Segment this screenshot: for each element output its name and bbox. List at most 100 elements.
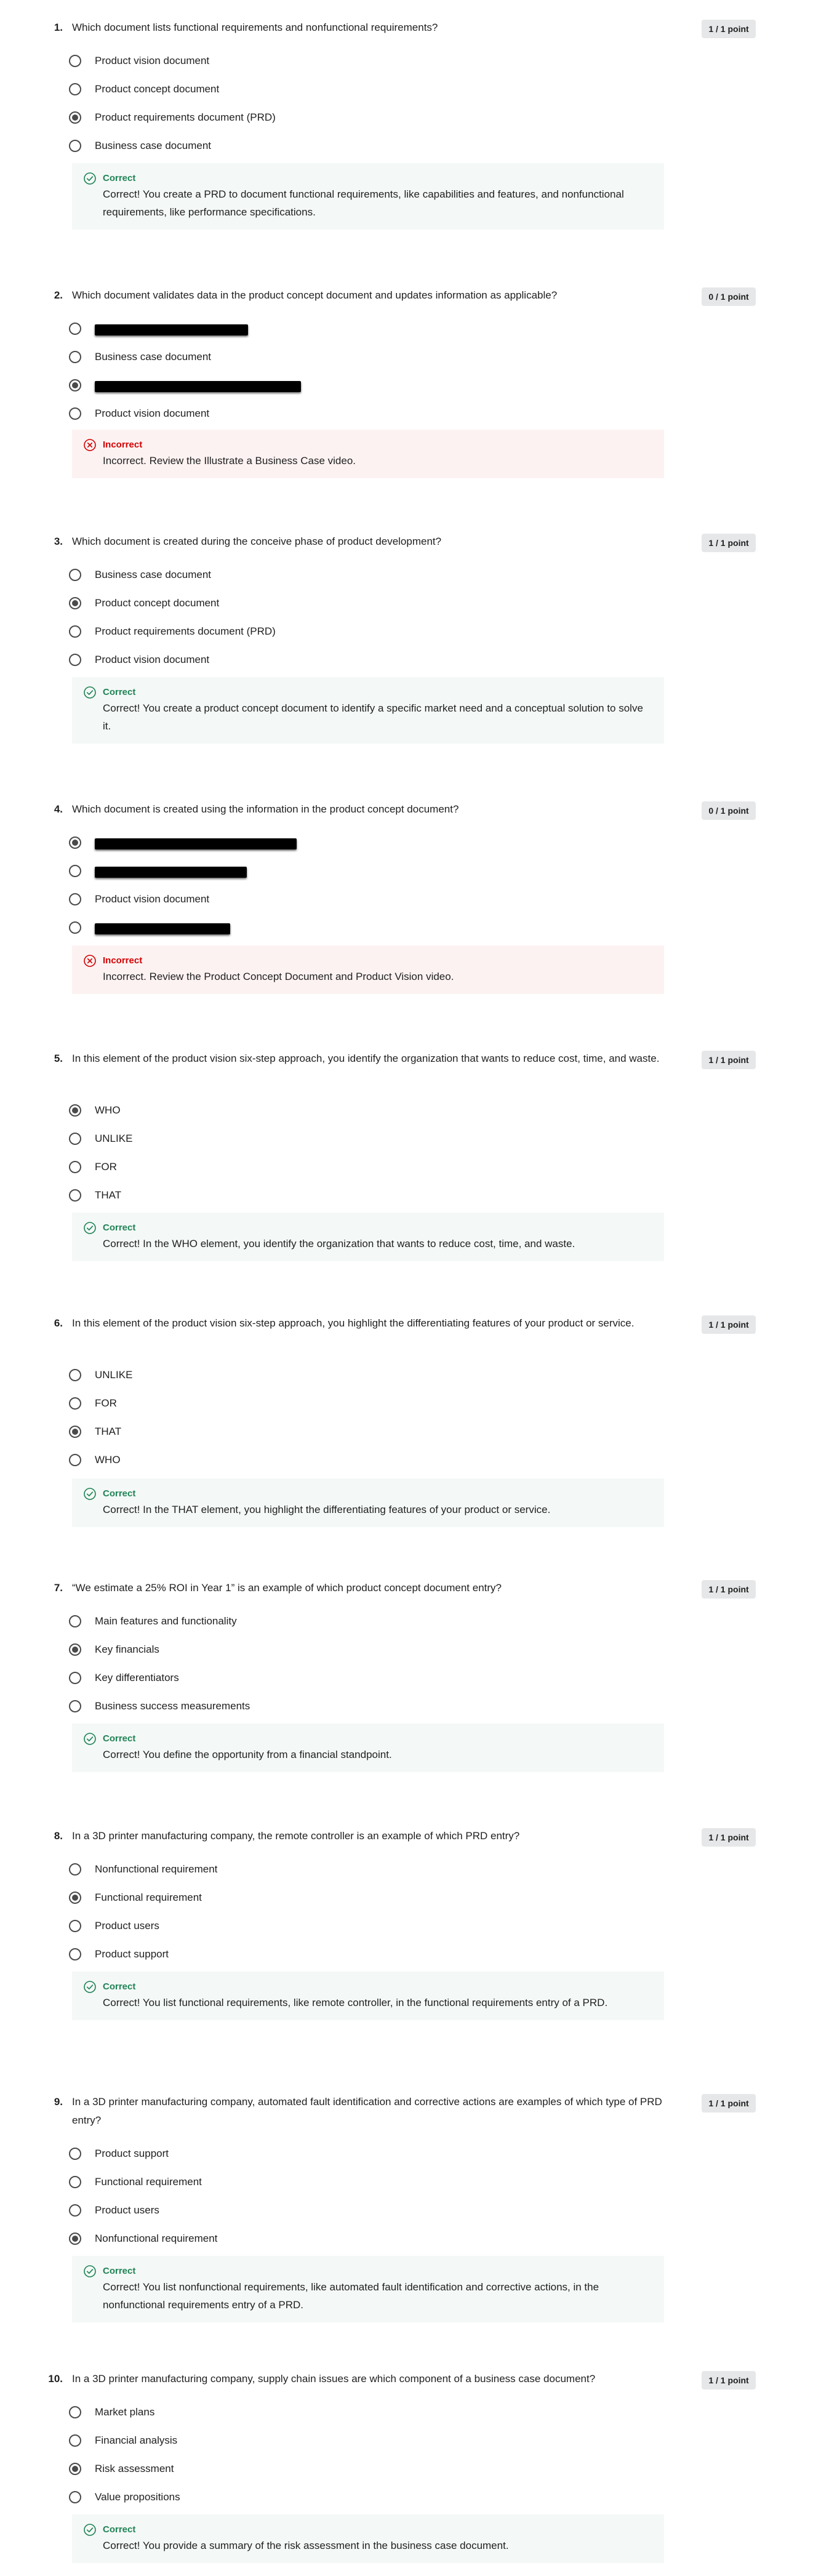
answer-option[interactable] xyxy=(69,372,660,401)
radio-unselected-icon[interactable] xyxy=(69,1133,81,1145)
radio-unselected-icon[interactable] xyxy=(69,407,81,420)
radio-unselected-icon[interactable] xyxy=(69,2406,81,2418)
radio-selected-icon[interactable] xyxy=(69,2463,81,2475)
answer-option[interactable]: Value propositions xyxy=(69,2484,660,2513)
answer-option[interactable]: Key financials xyxy=(69,1637,660,1665)
question-number: 1. xyxy=(54,22,63,33)
check-circle-icon xyxy=(83,2523,97,2537)
answer-option[interactable]: Product vision document xyxy=(69,886,660,915)
points-badge: 1 / 1 point xyxy=(702,1580,756,1599)
radio-selected-icon[interactable] xyxy=(69,597,81,609)
radio-unselected-icon[interactable] xyxy=(69,2434,81,2447)
radio-unselected-icon[interactable] xyxy=(69,1369,81,1381)
answer-option[interactable]: Nonfunctional requirement xyxy=(69,1856,660,1885)
radio-unselected-icon[interactable] xyxy=(69,55,81,67)
answer-option[interactable]: Functional requirement xyxy=(69,2169,660,2197)
feedback-text: Correct! You list nonfunctional requirem… xyxy=(103,2281,599,2311)
radio-unselected-icon[interactable] xyxy=(69,1700,81,1712)
radio-selected-icon[interactable] xyxy=(69,1104,81,1117)
radio-selected-icon[interactable] xyxy=(69,111,81,124)
radio-unselected-icon[interactable] xyxy=(69,1672,81,1684)
question-block: 5. In this element of the product vision … xyxy=(0,1049,813,1274)
radio-unselected-icon[interactable] xyxy=(69,569,81,581)
radio-unselected-icon[interactable] xyxy=(69,893,81,905)
feedback-title: Correct xyxy=(103,2266,136,2276)
radio-selected-icon[interactable] xyxy=(69,379,81,391)
answer-option[interactable]: Product vision document xyxy=(69,48,660,76)
radio-unselected-icon[interactable] xyxy=(69,83,81,95)
answer-option[interactable] xyxy=(69,830,660,858)
radio-selected-icon[interactable] xyxy=(69,1426,81,1438)
answer-option[interactable]: Main features and functionality xyxy=(69,1608,660,1637)
answer-options: Market plans Financial analysis Risk asses… xyxy=(69,2399,660,2513)
answer-option[interactable]: Product users xyxy=(69,1913,660,1941)
answer-option[interactable]: Nonfunctional requirement xyxy=(69,2226,660,2254)
answer-option[interactable]: Product requirements document (PRD) xyxy=(69,619,660,647)
radio-unselected-icon[interactable] xyxy=(69,1948,81,1960)
radio-unselected-icon[interactable] xyxy=(69,2148,81,2160)
answer-option-label: Functional requirement xyxy=(95,2176,202,2188)
answer-option[interactable]: Product requirements document (PRD) xyxy=(69,105,660,133)
answer-option[interactable]: THAT xyxy=(69,1419,660,1447)
radio-unselected-icon[interactable] xyxy=(69,654,81,666)
answer-option[interactable]: Business case document xyxy=(69,344,660,372)
answer-option[interactable]: Product support xyxy=(69,2141,660,2169)
answer-option-label: Product vision document xyxy=(95,654,210,665)
answer-option[interactable]: Financial analysis xyxy=(69,2428,660,2456)
answer-option[interactable]: Market plans xyxy=(69,2399,660,2428)
radio-selected-icon[interactable] xyxy=(69,837,81,849)
answer-option[interactable]: Product concept document xyxy=(69,590,660,619)
question-number: 10. xyxy=(48,2373,63,2385)
answer-option[interactable] xyxy=(69,915,660,943)
answer-option-label: Product vision document xyxy=(95,55,210,66)
radio-unselected-icon[interactable] xyxy=(69,1863,81,1876)
answer-option[interactable] xyxy=(69,316,660,344)
radio-unselected-icon[interactable] xyxy=(69,1397,81,1410)
answer-option[interactable]: Risk assessment xyxy=(69,2456,660,2484)
answer-option[interactable]: Business case document xyxy=(69,133,660,161)
radio-unselected-icon[interactable] xyxy=(69,1189,81,1202)
answer-options: Product vision document Product concept d… xyxy=(69,48,660,161)
answer-option[interactable]: Key differentiators xyxy=(69,1665,660,1693)
radio-selected-icon[interactable] xyxy=(69,2233,81,2245)
radio-unselected-icon[interactable] xyxy=(69,140,81,152)
answer-option[interactable]: UNLIKE xyxy=(69,1362,660,1390)
radio-unselected-icon[interactable] xyxy=(69,625,81,638)
answer-option[interactable]: Product users xyxy=(69,2197,660,2226)
answer-option[interactable]: Business case document xyxy=(69,562,660,590)
answer-option[interactable]: WHO xyxy=(69,1097,660,1126)
radio-unselected-icon[interactable] xyxy=(69,2204,81,2217)
answer-option[interactable] xyxy=(69,858,660,886)
answer-option[interactable]: Functional requirement xyxy=(69,1885,660,1913)
radio-unselected-icon[interactable] xyxy=(69,921,81,934)
answer-option[interactable]: FOR xyxy=(69,1154,660,1182)
radio-unselected-icon[interactable] xyxy=(69,1920,81,1932)
radio-unselected-icon[interactable] xyxy=(69,1454,81,1466)
answer-option[interactable]: Product support xyxy=(69,1941,660,1970)
answer-option[interactable]: WHO xyxy=(69,1447,660,1475)
question-number: 3. xyxy=(54,536,63,547)
answer-option[interactable]: UNLIKE xyxy=(69,1126,660,1154)
radio-unselected-icon[interactable] xyxy=(69,865,81,877)
radio-unselected-icon[interactable] xyxy=(69,2176,81,2188)
answer-option-label: WHO xyxy=(95,1454,121,1466)
question-number: 9. xyxy=(54,2096,63,2108)
answer-option[interactable]: Product vision document xyxy=(69,401,660,429)
answer-option[interactable]: Product vision document xyxy=(69,647,660,675)
answer-option-label: Product concept document xyxy=(95,83,220,95)
answer-option[interactable]: Product concept document xyxy=(69,76,660,105)
answer-option[interactable]: THAT xyxy=(69,1182,660,1211)
radio-selected-icon[interactable] xyxy=(69,1643,81,1656)
answer-option-label: Key differentiators xyxy=(95,1672,179,1683)
radio-unselected-icon[interactable] xyxy=(69,1161,81,1173)
answer-option[interactable]: Business success measurements xyxy=(69,1693,660,1722)
answer-option[interactable]: FOR xyxy=(69,1390,660,1419)
question-text: Which document validates data in the pro… xyxy=(72,289,558,301)
radio-unselected-icon[interactable] xyxy=(69,1615,81,1627)
question-text: Which document is created using the info… xyxy=(72,803,459,815)
radio-selected-icon[interactable] xyxy=(69,1892,81,1904)
radio-unselected-icon[interactable] xyxy=(69,323,81,335)
radio-unselected-icon[interactable] xyxy=(69,351,81,363)
radio-unselected-icon[interactable] xyxy=(69,2491,81,2503)
x-circle-icon xyxy=(83,954,97,968)
